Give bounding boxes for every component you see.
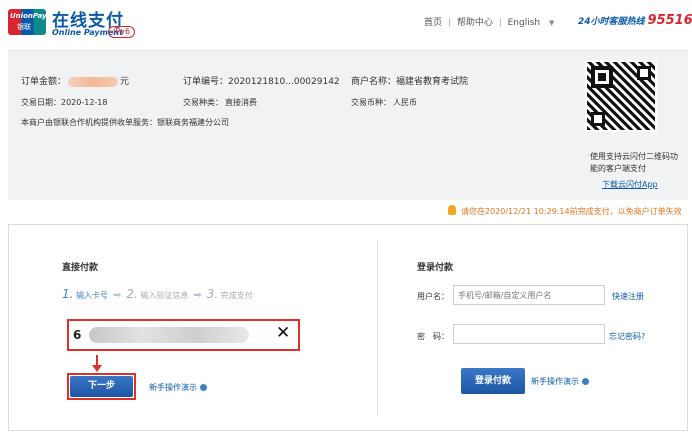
payment-deadline-warning: 请您在2020/12/21 10:29:14前完成支付，以免商户订单失效 <box>448 205 682 217</box>
ipv6-badge: IPv6 <box>108 26 136 38</box>
login-demo-link[interactable]: 新手操作演示 <box>531 376 589 387</box>
lightbulb-icon <box>448 205 456 215</box>
panel-divider <box>377 241 378 416</box>
login-pay-title: 登录付款 <box>417 263 454 273</box>
payment-qr-code <box>585 60 657 132</box>
username-input[interactable] <box>453 285 605 305</box>
qr-finder-pattern <box>591 112 605 126</box>
amount-redacted <box>68 76 119 87</box>
step-1: 1. 输入卡号 <box>62 287 108 301</box>
direct-demo-label: 新手操作演示 <box>149 383 197 392</box>
login-pay-button[interactable]: 登录付款 <box>461 368 525 394</box>
nav-home-link[interactable]: 首页 <box>424 15 442 28</box>
nav-divider: | <box>498 18 502 28</box>
logo-text-top: UnionPay <box>10 12 47 20</box>
password-label: 密 码： <box>417 332 449 341</box>
nav-divider: | <box>447 18 451 28</box>
card-number-redacted <box>89 327 249 343</box>
hotline: 24小时客服热线 95516 <box>578 13 692 28</box>
play-circle-icon <box>200 384 207 391</box>
login-demo-label: 新手操作演示 <box>531 377 579 386</box>
trade-type-label: 交易种类： <box>183 98 223 107</box>
order-amount-label: 订单金额： <box>21 77 67 87</box>
order-info-panel: 订单金额： 元 订单编号：2020121810...00029142 商户名称：福… <box>8 50 688 200</box>
trade-type: 交易种类： 直接消费 <box>183 97 257 108</box>
step-indicator: 1. 输入卡号 ➡ 2. 输入验证信息 ➡ 3. 完成支付 <box>62 287 253 301</box>
step-3: 3. 完成支付 <box>206 287 253 301</box>
nav-help-link[interactable]: 帮助中心 <box>457 15 493 28</box>
trade-date: 交易日期：2020-12-18 <box>21 98 108 107</box>
quick-register-link[interactable]: 快速注册 <box>612 291 644 302</box>
card-number-input[interactable]: 6 ✕ <box>67 319 300 351</box>
forgot-password-link[interactable]: 忘记密码? <box>609 331 645 342</box>
currency-label: 交易币种： <box>351 98 391 107</box>
step-2: 2. 输入验证信息 <box>126 287 189 301</box>
order-amount-unit: 元 <box>120 77 130 87</box>
unionpay-logo[interactable]: UnionPay 银联 <box>8 9 47 35</box>
acquirer-note: 本商户由银联合作机构提供收单服务：银联商务福建分公司 <box>21 118 229 127</box>
card-number-value: 6 <box>73 328 82 342</box>
order-amount: 订单金额： 元 <box>21 74 129 87</box>
password-input[interactable] <box>453 324 605 344</box>
top-nav: 首页 | 帮助中心 | English ▼ <box>424 15 554 28</box>
logo-text-bottom: 银联 <box>17 23 31 31</box>
nav-language-link[interactable]: English <box>508 18 541 28</box>
qr-finder-pattern <box>637 66 651 80</box>
header: UnionPay 银联 在线支付 Online Payment IPv6 首页 … <box>0 0 692 46</box>
currency-value: 人民币 <box>393 98 417 107</box>
hotline-number: 95516 <box>647 13 692 28</box>
next-step-button[interactable]: 下一步 <box>70 376 133 397</box>
arrow-right-icon: ➡ <box>193 290 202 301</box>
direct-demo-link[interactable]: 新手操作演示 <box>149 382 207 393</box>
chevron-down-icon[interactable]: ▼ <box>549 19 554 27</box>
trade-currency: 交易币种： 人民币 <box>351 97 417 108</box>
merchant-name: 商户名称：福建省教育考试院 <box>351 77 469 87</box>
arrow-right-icon: ➡ <box>113 290 122 301</box>
payment-panel: 直接付款 1. 输入卡号 ➡ 2. 输入验证信息 ➡ 3. 完成支付 6 ✕ 下一步 新… <box>8 224 688 431</box>
username-label: 用户名： <box>417 292 449 301</box>
order-number: 订单编号：2020121810...00029142 <box>183 77 340 87</box>
hotline-label: 24小时客服热线 <box>578 17 645 27</box>
close-icon[interactable]: ✕ <box>276 323 290 343</box>
play-circle-icon <box>582 378 589 385</box>
direct-pay-title: 直接付款 <box>62 263 99 273</box>
warning-text: 请您在2020/12/21 10:29:14前完成支付，以免商户订单失效 <box>461 207 682 216</box>
qr-note: 使用支持云闪付二维码功能的客户端支付 <box>590 152 678 173</box>
download-app-link[interactable]: 下载云闪付App <box>602 179 658 190</box>
trade-type-value: 直接消费 <box>225 98 257 107</box>
annotation-arrow <box>92 355 102 372</box>
